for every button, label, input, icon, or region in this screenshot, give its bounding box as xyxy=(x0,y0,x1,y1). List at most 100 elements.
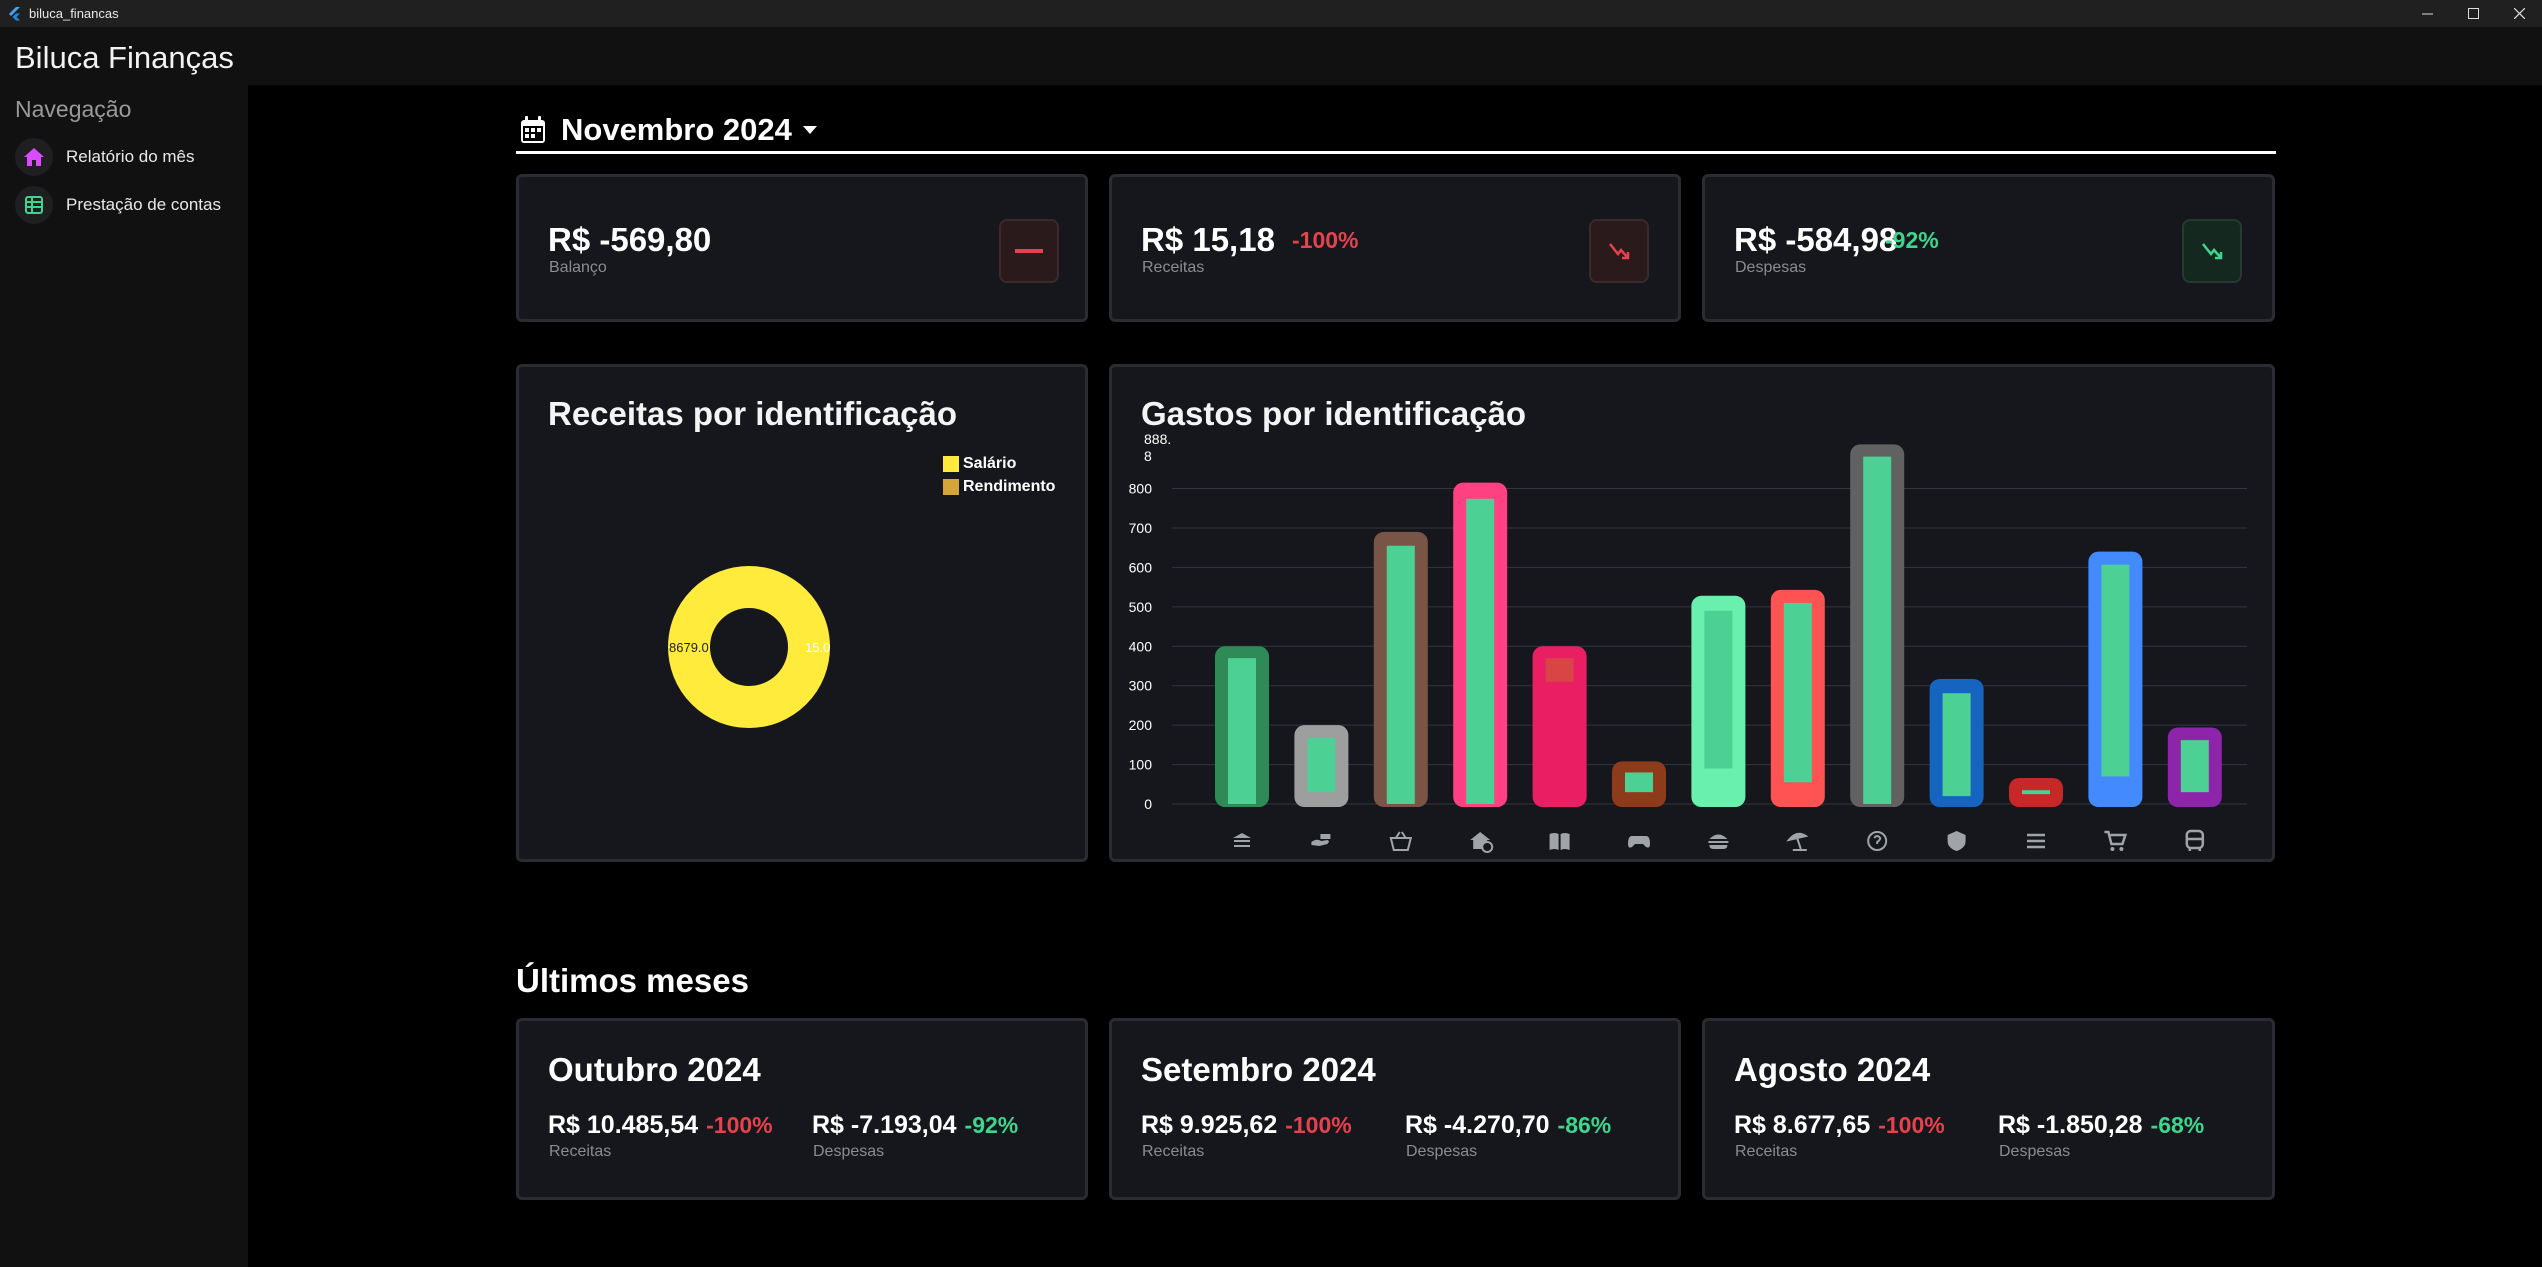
history-expense-change: -86% xyxy=(1557,1112,1612,1138)
history-income: R$ 10.485,54 -100% xyxy=(548,1111,773,1140)
month-title: Novembro 2024 xyxy=(561,111,792,147)
minimize-icon xyxy=(2421,13,2433,15)
history-income-label: Receitas xyxy=(1142,1143,1205,1160)
balance-value: R$ -569,80 xyxy=(548,221,712,258)
balance-card: R$ -569,80 Balanço xyxy=(516,174,1088,322)
home-time-icon xyxy=(1470,832,1494,853)
y-tick-label: 700 xyxy=(1129,520,1153,536)
bar-range-cart xyxy=(2101,564,2130,777)
balance-label: Balanço xyxy=(549,259,607,276)
window-titlebar: biluca_financas xyxy=(0,0,2542,27)
expenses-chart-card: Gastos por identificação 888. 8 0 100 200 3… xyxy=(1109,364,2275,862)
history-income-change: -100% xyxy=(1878,1112,1945,1138)
help-icon xyxy=(1867,831,1888,851)
history-income: R$ 9.925,62 -100% xyxy=(1141,1111,1352,1140)
history-month-title: Agosto 2024 xyxy=(1734,1051,1931,1088)
table-icon xyxy=(15,186,53,224)
maximize-button[interactable] xyxy=(2450,0,2496,27)
legend-swatch xyxy=(943,456,959,472)
history-expense-label: Despesas xyxy=(1999,1143,2071,1160)
history-income-value: R$ 10.485,54 xyxy=(548,1111,699,1139)
history-expense-value: R$ -1.850,28 xyxy=(1998,1111,2143,1139)
donut-label-salary: 8679.0 xyxy=(669,640,709,655)
history-income-value: R$ 9.925,62 xyxy=(1141,1111,1278,1139)
sidebar-item-label: Prestação de contas xyxy=(66,195,221,214)
history-card-august: Agosto 2024 R$ 8.677,65 -100% Receitas R$… xyxy=(1702,1018,2275,1200)
legend-swatch xyxy=(943,479,959,495)
income-donut-chart: 8679.0 15.0 xyxy=(668,566,830,728)
legend-label: Salário xyxy=(963,455,1017,472)
history-income-change: -100% xyxy=(706,1112,773,1138)
y-tick-label: 100 xyxy=(1129,757,1153,773)
bar-range-home-time xyxy=(1466,498,1495,804)
history-income-label: Receitas xyxy=(549,1143,612,1160)
calendar-icon xyxy=(521,115,545,143)
expenses-label: Despesas xyxy=(1735,259,1807,276)
expenses-change: -92% xyxy=(1885,227,1939,253)
history-expense: R$ -1.850,28 -68% xyxy=(1998,1111,2204,1140)
bar-range-burger xyxy=(1704,610,1733,769)
bar-range-shield xyxy=(1942,693,1971,797)
y-max-label: 888. xyxy=(1144,431,1171,447)
app-title: Biluca Finanças xyxy=(15,40,234,75)
sidebar-item-monthly-report[interactable]: Relatório do mês xyxy=(15,137,240,177)
minus-icon xyxy=(999,219,1059,283)
y-tick-label: 200 xyxy=(1129,717,1153,733)
bar-range-basket xyxy=(1386,545,1415,804)
expenses-bar-chart: 888. 8 0 100 200 300 400 500 600 700 800 xyxy=(1129,431,2247,853)
bar-range-bank xyxy=(1228,658,1256,804)
shield-icon xyxy=(1947,831,1966,851)
flutter-logo-icon xyxy=(9,6,20,20)
hand-payment-icon xyxy=(1311,834,1331,846)
income-label: Receitas xyxy=(1142,259,1205,276)
y-tick-label: 600 xyxy=(1129,559,1153,575)
bank-icon xyxy=(1233,833,1251,847)
chevron-down-icon xyxy=(802,125,817,134)
expenses-card: R$ -584,98 -92% Despesas xyxy=(1702,174,2275,322)
y-tick-label: 500 xyxy=(1129,599,1153,615)
history-expense-label: Despesas xyxy=(1406,1143,1478,1160)
history-expense-value: R$ -7.193,04 xyxy=(812,1111,957,1139)
maximize-icon xyxy=(2467,8,2479,19)
history-expense-label: Despesas xyxy=(813,1143,885,1160)
y-tick-label: 300 xyxy=(1129,678,1153,694)
history-expense: R$ -4.270,70 -86% xyxy=(1405,1111,1611,1140)
bar-range-list xyxy=(2022,790,2050,795)
window-title: biluca_financas xyxy=(29,6,119,21)
bus-icon xyxy=(2185,829,2205,851)
trend-down-icon xyxy=(1589,219,1649,283)
minimize-button[interactable] xyxy=(2404,0,2450,27)
history-section-title: Últimos meses xyxy=(516,962,749,999)
history-month-title: Outubro 2024 xyxy=(548,1051,761,1088)
history-expense-value: R$ -4.270,70 xyxy=(1405,1111,1550,1139)
sidebar-item-accountability[interactable]: Prestação de contas xyxy=(15,185,240,225)
bar-range-help xyxy=(1863,456,1892,804)
book-icon xyxy=(1549,833,1570,850)
y-tick-label: 800 xyxy=(1129,481,1153,497)
history-income-change: -100% xyxy=(1285,1112,1352,1138)
bar-range-book xyxy=(1545,658,1574,682)
sidebar-item-label: Relatório do mês xyxy=(66,147,195,166)
y-tick-label: 400 xyxy=(1129,638,1153,654)
history-month-title: Setembro 2024 xyxy=(1141,1051,1376,1088)
month-selector[interactable]: Novembro 2024 xyxy=(516,108,2276,154)
app-header: Biluca Finanças xyxy=(0,27,2542,85)
sidebar-heading: Navegação xyxy=(15,96,132,122)
history-income-label: Receitas xyxy=(1735,1143,1798,1160)
history-expense-change: -92% xyxy=(964,1112,1019,1138)
close-button[interactable] xyxy=(2496,0,2542,27)
legend-label: Rendimento xyxy=(963,478,1056,495)
sidebar: Navegação Relatório do mês Prestação de … xyxy=(0,85,248,1267)
basket-icon xyxy=(1389,831,1413,851)
bar-range-hand-payment xyxy=(1307,737,1336,793)
cart-icon xyxy=(2104,830,2128,851)
burger-icon xyxy=(1708,834,1729,849)
legend-item-yield: Rendimento xyxy=(943,478,1055,496)
y-max-label-2: 8 xyxy=(1144,448,1152,464)
history-card-september: Setembro 2024 R$ 9.925,62 -100% Receitas … xyxy=(1109,1018,1681,1200)
income-chart-card: Receitas por identificação Salário Rendi… xyxy=(516,364,1088,862)
bar-range-beach xyxy=(1783,602,1812,783)
gamepad-icon xyxy=(1628,836,1650,848)
list-icon xyxy=(2027,833,2045,849)
home-icon xyxy=(15,138,53,176)
